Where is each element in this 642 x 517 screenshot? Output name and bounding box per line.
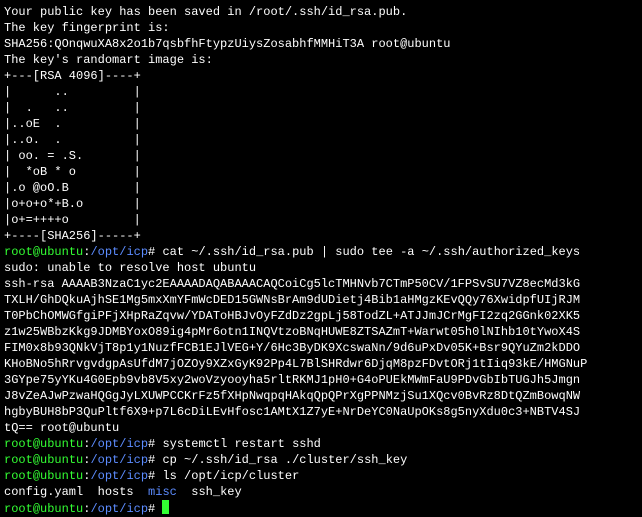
randomart-line: | *oB * o |	[4, 164, 638, 180]
prompt-host: ubuntu	[40, 437, 83, 451]
shell-prompt-active[interactable]: root@ubuntu:/opt/icp#	[4, 500, 638, 517]
output-line: 3GYpe75yYKu4G0Epb9vb8V5xy2woVzyooyha5rlt…	[4, 372, 638, 388]
prompt-host: ubuntu	[40, 453, 83, 467]
at-sign: @	[33, 453, 40, 467]
output-line: KHoBNo5hRrvgvdgpAsUfdM7jOZOy9XZxGyK92Pp4…	[4, 356, 638, 372]
output-line: sudo: unable to resolve host ubuntu	[4, 260, 638, 276]
prompt-user: root	[4, 437, 33, 451]
prompt-host: ubuntu	[40, 245, 83, 259]
output-line: z1w25WBbzKkg9JDMBYoxO89ig4pMr6otn1INQVtz…	[4, 324, 638, 340]
ls-file: hosts	[98, 485, 134, 499]
output-line: J8vZeAJwPzwaHQGgJyLXUWPCCKrFz5fXHpNwqpqH…	[4, 388, 638, 404]
prompt-symbol: #	[148, 437, 162, 451]
prompt-path: /opt/icp	[90, 453, 148, 467]
randomart-line: |o+o+o*+B.o |	[4, 196, 638, 212]
prompt-symbol: #	[148, 245, 162, 259]
prompt-symbol: #	[148, 453, 162, 467]
prompt-user: root	[4, 245, 33, 259]
prompt-path: /opt/icp	[90, 245, 148, 259]
randomart-line: | . .. |	[4, 100, 638, 116]
output-line: tQ== root@ubuntu	[4, 420, 638, 436]
shell-prompt[interactable]: root@ubuntu:/opt/icp# cp ~/.ssh/id_rsa .…	[4, 452, 638, 468]
command-text: cat ~/.ssh/id_rsa.pub | sudo tee -a ~/.s…	[162, 245, 580, 259]
randomart-line: |..o. . |	[4, 132, 638, 148]
prompt-host: ubuntu	[40, 469, 83, 483]
ls-output: config.yaml hosts misc ssh_key	[4, 484, 638, 500]
command-text: ls /opt/icp/cluster	[162, 469, 299, 483]
randomart-line: | .. |	[4, 84, 638, 100]
at-sign: @	[33, 437, 40, 451]
output-line: Your public key has been saved in /root/…	[4, 4, 638, 20]
randomart-line: |..oE . |	[4, 116, 638, 132]
output-line: SHA256:QOnqwuXA8x2o1b7qsbfhFtypzUiysZosa…	[4, 36, 638, 52]
at-sign: @	[33, 469, 40, 483]
prompt-path: /opt/icp	[90, 469, 148, 483]
at-sign: @	[33, 245, 40, 259]
prompt-path: /opt/icp	[90, 437, 148, 451]
shell-prompt[interactable]: root@ubuntu:/opt/icp# systemctl restart …	[4, 436, 638, 452]
ls-dir: misc	[148, 485, 177, 499]
output-line: FIM0x8b93QNkVjT8p1y1NuzfFCB1EJlVEG+Y/6Hc…	[4, 340, 638, 356]
ls-file: ssh_key	[191, 485, 241, 499]
randomart-line: +---[RSA 4096]----+	[4, 68, 638, 84]
ls-file: config.yaml	[4, 485, 83, 499]
randomart-line: |o+=++++o |	[4, 212, 638, 228]
output-line: hgbyBUH8bP3QuPltf6X9+p7L6cDiLEvHfosc1AMt…	[4, 404, 638, 420]
command-text: cp ~/.ssh/id_rsa ./cluster/ssh_key	[162, 453, 407, 467]
randomart-line: +----[SHA256]-----+	[4, 228, 638, 244]
output-line: The key fingerprint is:	[4, 20, 638, 36]
output-line: ssh-rsa AAAAB3NzaC1yc2EAAAADAQABAAACAQCo…	[4, 276, 638, 292]
cursor-icon	[162, 500, 169, 514]
prompt-user: root	[4, 469, 33, 483]
command-text: systemctl restart sshd	[162, 437, 320, 451]
prompt-symbol: #	[148, 469, 162, 483]
shell-prompt[interactable]: root@ubuntu:/opt/icp# ls /opt/icp/cluste…	[4, 468, 638, 484]
randomart-line: |.o @oO.B |	[4, 180, 638, 196]
output-line: The key's randomart image is:	[4, 52, 638, 68]
output-line: T0PbChOMWGfgiPFjXHpRaZqvw/YDAToHBJvOyFZd…	[4, 308, 638, 324]
output-line: TXLH/GhDQkuAjhSE1Mg5mxXmYFmWcDED15GWNsBr…	[4, 292, 638, 308]
shell-prompt[interactable]: root@ubuntu:/opt/icp# cat ~/.ssh/id_rsa.…	[4, 244, 638, 260]
randomart-line: | oo. = .S. |	[4, 148, 638, 164]
prompt-user: root	[4, 453, 33, 467]
